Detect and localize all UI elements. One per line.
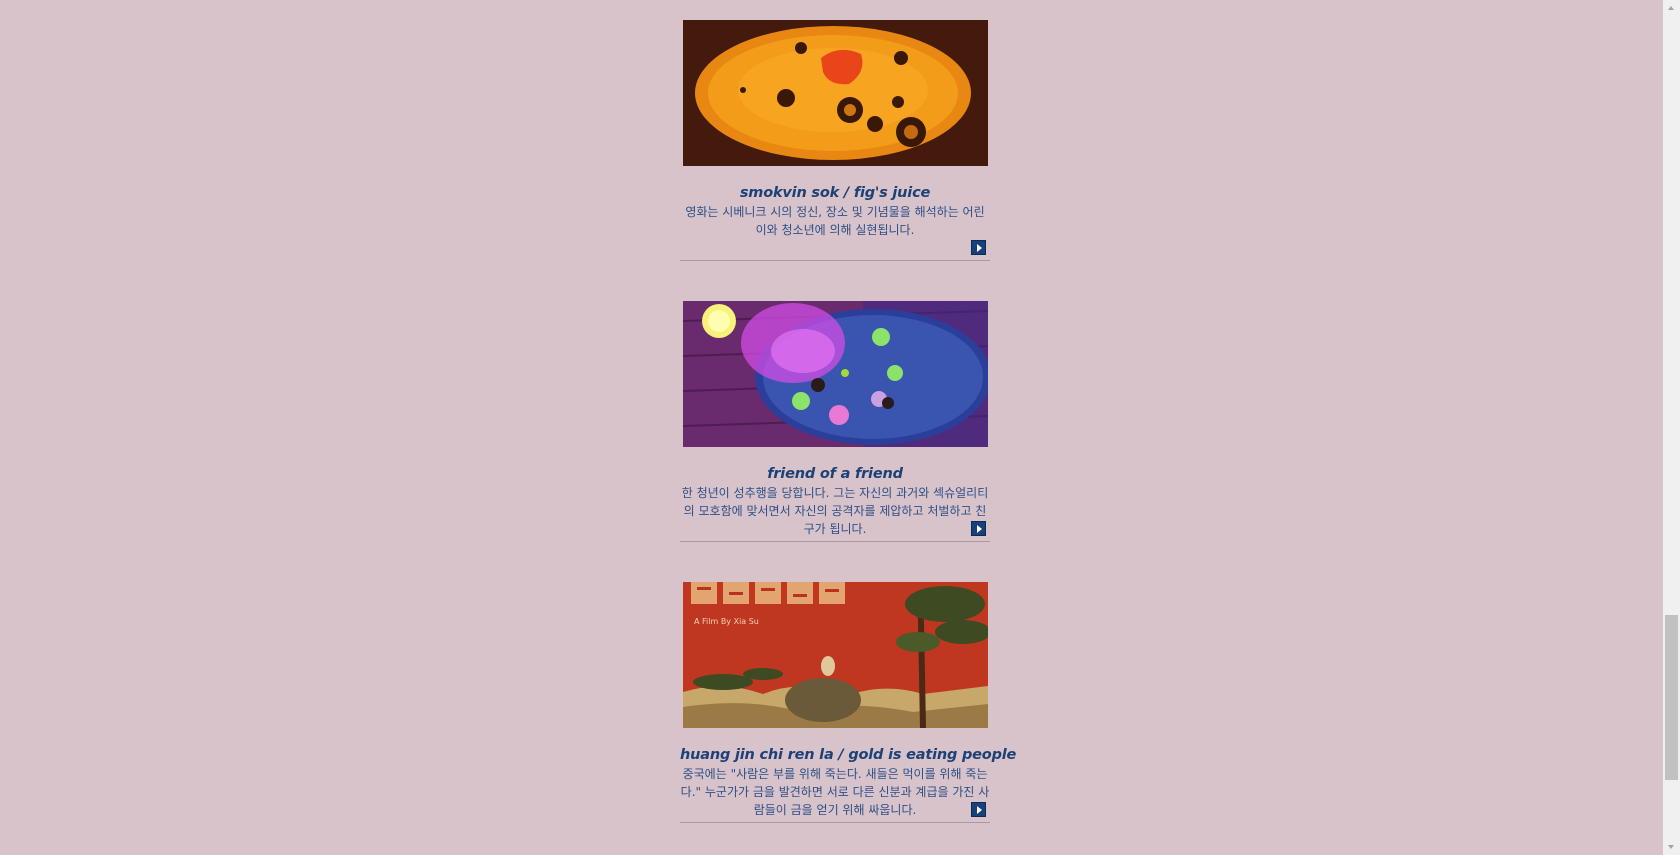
poster-caption: A Film By Xia Su [694,617,759,626]
orange-sand-image [683,20,988,166]
film-thumbnail[interactable] [683,301,988,447]
purple-room-image [683,301,988,447]
film-title[interactable]: smokvin sok / fig's juice [680,185,990,201]
play-arrow-icon[interactable] [971,802,986,817]
film-description: 영화는 시베니크 시의 정신, 장소 및 기념물을 해석하는 어린이와 청소년에… [685,205,985,237]
play-arrow-icon[interactable] [971,240,986,255]
scroll-up-icon[interactable] [1663,0,1680,17]
film-description: 한 청년이 성추행을 당합니다. 그는 자신의 과거와 섹슈얼리티의 모호함에 … [681,486,989,536]
divider [680,822,990,823]
film-title[interactable]: friend of a friend [680,466,990,482]
film-thumbnail[interactable]: A Film By Xia Su [683,582,988,728]
play-arrow-icon[interactable] [971,521,986,536]
film-title[interactable]: huang jin chi ren la / gold is eating pe… [680,747,1016,763]
film-description: 중국에는 "사람은 부를 위해 죽는다. 새들은 먹이를 위해 죽는다." 누군… [680,767,990,817]
divider [680,541,990,542]
red-poster-image: A Film By Xia Su [683,582,988,728]
vertical-scrollbar[interactable] [1663,0,1680,855]
scroll-down-icon[interactable] [1663,838,1680,855]
film-thumbnail[interactable] [683,20,988,166]
scrollbar-thumb[interactable] [1665,615,1678,780]
divider [680,260,990,261]
